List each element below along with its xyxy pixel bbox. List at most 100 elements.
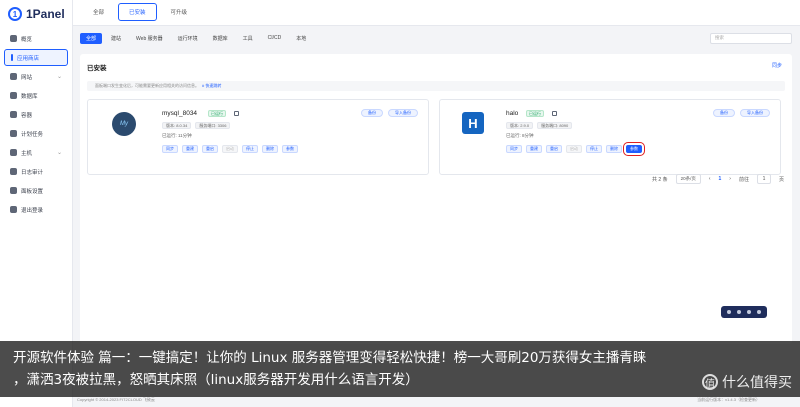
version-tag: 版本: 2.9.0 [506, 122, 534, 129]
uptime-text: 已运行: 11分钟 [162, 133, 192, 138]
uptime-text: 已运行: 8分钟 [506, 133, 534, 138]
caption-line-1: 开源软件体验 篇一：一键搞定！让你的 Linux 服务器管理变得轻松快捷！榜一大… [13, 350, 647, 366]
app-name: 1Panel [26, 7, 65, 21]
sidebar-item-label: 面板设置 [21, 188, 44, 195]
restart-button[interactable]: 重启 [546, 145, 562, 153]
port-tag: 服务端口: 3306 [195, 122, 231, 129]
tip-text: 面板端口发生变化后，可能需要更新应用相关的访问信息。 [95, 83, 199, 88]
goto-suffix: 页 [778, 176, 784, 183]
category-runtime[interactable]: 运行环境 [172, 33, 204, 44]
delete-button[interactable]: 删除 [606, 145, 622, 153]
category-all[interactable]: 全部 [80, 32, 103, 44]
page-number[interactable]: 1 [719, 176, 722, 182]
category-database[interactable]: 数据库 [207, 33, 234, 44]
sync-button[interactable]: 同步 [506, 145, 522, 153]
article-caption: 开源软件体验 篇一：一键搞定！让你的 Linux 服务器管理变得轻松快捷！榜一大… [0, 341, 800, 397]
logo-icon: 1 [8, 7, 22, 21]
restart-button[interactable]: 重启 [202, 145, 218, 153]
database-icon [10, 92, 17, 99]
host-icon [10, 149, 17, 156]
settings-icon [10, 187, 17, 194]
version-tag: 版本: 8.0.34 [162, 122, 192, 129]
installed-panel: 已安装 同步 面板端口发生变化后，可能需要更新应用相关的访问信息。 # 快速跳转… [80, 54, 792, 344]
sidebar-item-logs[interactable]: 日志审计 [4, 163, 68, 180]
page-size-select[interactable]: 20条/页 [675, 174, 701, 184]
floating-toolbar [721, 306, 767, 318]
card-top-buttons: 备份 导入备份 [713, 109, 770, 117]
params-button[interactable]: 参数 [623, 142, 645, 156]
status-badge: 已运行 [208, 110, 226, 117]
logout-icon [10, 206, 17, 213]
moon-icon[interactable] [737, 310, 741, 314]
sidebar-item-label: 计划任务 [21, 131, 44, 138]
sidebar-item-settings[interactable]: 面板设置 [4, 182, 68, 199]
action-buttons: 同步 重建 重启 启动 停止 删除 参数 [162, 145, 298, 153]
app-meta: 版本: 8.0.34 服务端口: 3306 [162, 122, 231, 129]
grid-icon[interactable] [757, 310, 761, 314]
globe-icon [10, 73, 17, 80]
sidebar-item-cronjob[interactable]: 计划任务 [4, 125, 68, 142]
sidebar-item-label: 日志审计 [21, 169, 44, 176]
tab-all[interactable]: 全部 [83, 3, 114, 21]
sidebar-item-app-store[interactable]: 应用商店 [4, 49, 68, 66]
mysql-logo-icon: My [112, 112, 136, 136]
sidebar-item-label: 概览 [21, 36, 33, 43]
sidebar-item-host[interactable]: 主机 ⌄ [4, 144, 68, 161]
sidebar-item-container[interactable]: 容器 [4, 106, 68, 123]
search-input[interactable]: 搜索 [710, 32, 792, 44]
rebuild-button[interactable]: 重建 [182, 145, 198, 153]
app-name: halo [506, 110, 519, 117]
version-text[interactable]: 当前运行版本：v1.4.3（检查更新） [697, 397, 760, 403]
halo-logo-icon: H [462, 112, 484, 134]
sidebar-item-database[interactable]: 数据库 [4, 87, 68, 104]
prev-page-button[interactable]: ‹ [709, 176, 711, 182]
category-local[interactable]: 本地 [290, 33, 312, 44]
section-title: 已安装 [87, 65, 107, 72]
chevron-down-icon: ⌄ [56, 74, 62, 80]
watermark: 值 什么值得买 [702, 372, 792, 392]
category-website[interactable]: 建站 [105, 33, 127, 44]
sync-link[interactable]: 同步 [772, 62, 782, 69]
app-meta: 版本: 2.9.0 服务端口: 8090 [506, 122, 573, 129]
sidebar-item-website[interactable]: 网站 ⌄ [4, 68, 68, 85]
rebuild-button[interactable]: 重建 [526, 145, 542, 153]
start-button[interactable]: 启动 [566, 145, 582, 153]
sync-button[interactable]: 同步 [162, 145, 178, 153]
tab-installed[interactable]: 已安装 [118, 3, 157, 21]
edit-icon[interactable] [552, 111, 557, 116]
theme-icon[interactable] [727, 310, 731, 314]
info-tip: 面板端口发生变化后，可能需要更新应用相关的访问信息。 # 快速跳转 [87, 81, 785, 91]
tip-link[interactable]: # 快速跳转 [202, 83, 221, 89]
fullscreen-icon[interactable] [747, 310, 751, 314]
port-tag: 服务端口: 8090 [537, 122, 573, 129]
category-web-server[interactable]: Web 服务器 [130, 33, 169, 44]
chevron-down-icon: ⌄ [56, 150, 62, 156]
category-tools[interactable]: 工具 [237, 33, 259, 44]
sidebar-nav: 概览 应用商店 网站 ⌄ 数据库 容器 计划任务 主机 ⌄ 日志审计 面板设置 退出… [0, 30, 72, 218]
status-badge: 已运行 [526, 110, 544, 117]
sidebar-item-label: 退出登录 [21, 207, 44, 214]
import-backup-button[interactable]: 导入备份 [740, 109, 770, 117]
sidebar-item-label: 主机 [21, 150, 33, 157]
delete-button[interactable]: 删除 [262, 145, 278, 153]
tab-upgradable[interactable]: 可升级 [161, 3, 198, 21]
card-top-buttons: 备份 导入备份 [361, 109, 418, 117]
sidebar-item-label: 网站 [21, 74, 33, 81]
category-cicd[interactable]: CI/CD [262, 33, 288, 44]
params-button[interactable]: 参数 [282, 145, 298, 153]
goto-label: 前往 [738, 176, 749, 183]
sidebar-item-overview[interactable]: 概览 [4, 30, 68, 47]
app-logo[interactable]: 1 1Panel [0, 0, 72, 28]
stop-button[interactable]: 停止 [586, 145, 602, 153]
goto-page-input[interactable]: 1 [756, 174, 771, 184]
stop-button[interactable]: 停止 [242, 145, 258, 153]
sidebar-item-label: 应用商店 [17, 55, 40, 62]
next-page-button[interactable]: › [729, 176, 731, 182]
pagination: 共 2 条 20条/页 ‹ 1 › 前往 1 页 [652, 174, 784, 184]
start-button[interactable]: 启动 [222, 145, 238, 153]
sidebar-item-logout[interactable]: 退出登录 [4, 201, 68, 218]
edit-icon[interactable] [234, 111, 239, 116]
import-backup-button[interactable]: 导入备份 [388, 109, 418, 117]
backup-button[interactable]: 备份 [361, 109, 383, 117]
backup-button[interactable]: 备份 [713, 109, 735, 117]
